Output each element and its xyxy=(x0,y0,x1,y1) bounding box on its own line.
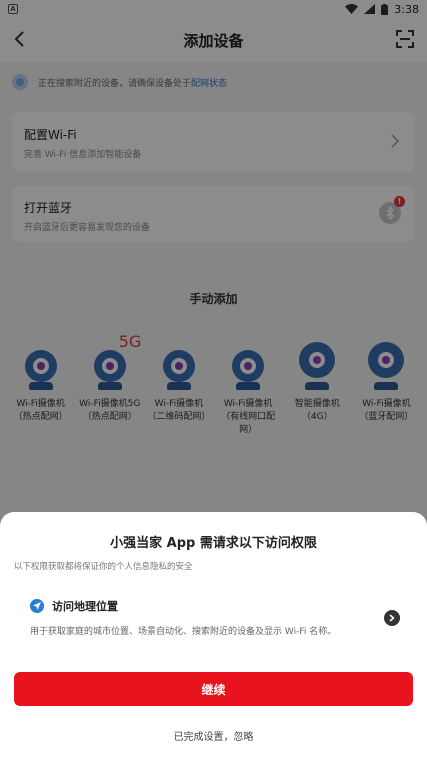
permission-sheet: 小强当家 App 需请求以下访问权限 以下权限获取都将保证你的个人信息隐私的安全… xyxy=(0,512,427,760)
permission-name: 访问地理位置 xyxy=(52,600,118,613)
continue-button[interactable]: 继续 xyxy=(14,672,413,706)
sheet-title: 小强当家 App 需请求以下访问权限 xyxy=(110,536,317,551)
location-arrow-icon xyxy=(30,599,44,613)
permission-description: 用于获取家庭的城市位置、场景自动化、搜索附近的设备及显示 Wi-Fi 名称。 xyxy=(30,627,337,637)
sheet-subtitle: 以下权限获取都将保证你的个人信息隐私的安全 xyxy=(14,562,193,572)
chevron-right-icon[interactable] xyxy=(384,610,400,626)
ignore-link[interactable]: 已完成设置，忽略 xyxy=(0,728,427,743)
location-permission-row[interactable]: 访问地理位置 用于获取家庭的城市位置、场景自动化、搜索附近的设备及显示 Wi-F… xyxy=(30,598,400,637)
